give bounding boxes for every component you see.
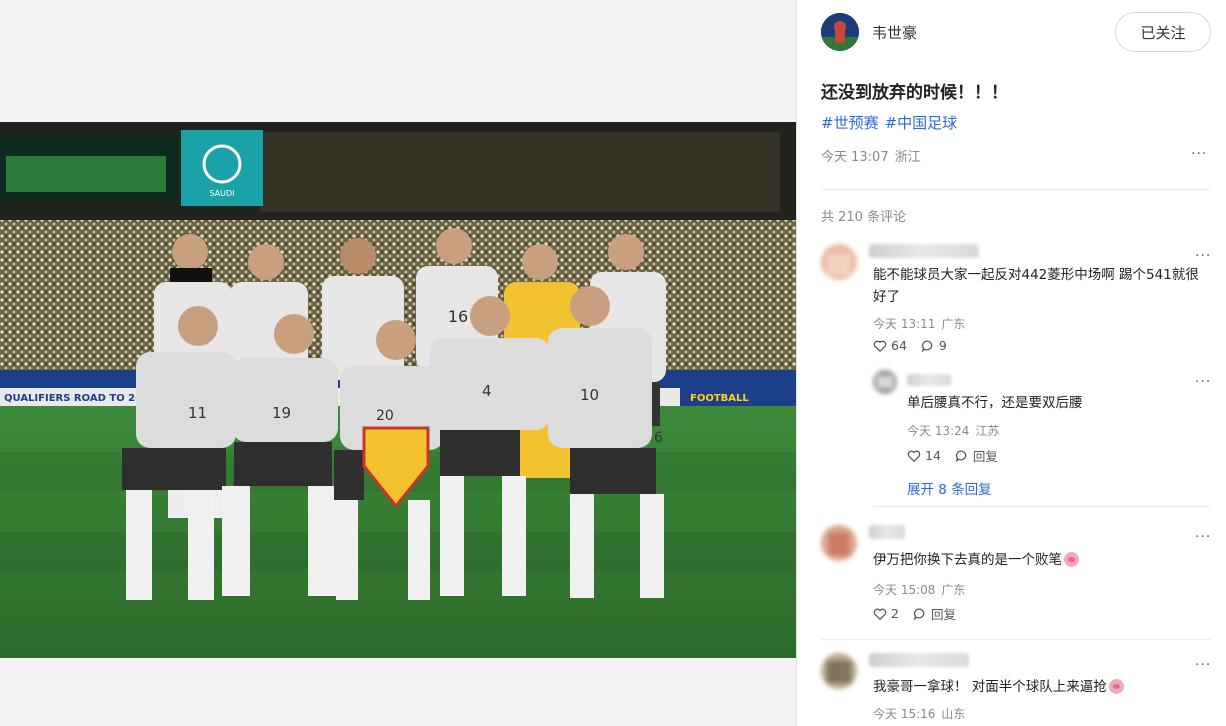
comment-location: 广东 (941, 317, 966, 331)
reply-button[interactable]: 回复 (913, 604, 956, 623)
comment-text: 能不能球员大家一起反对442菱形中场啊 踢个541就很好了 (873, 267, 1199, 305)
reply-text: 单后腰真不行，还是要双后腰 (907, 395, 1083, 411)
comment-time: 今天 15:16 (873, 707, 936, 721)
post-location: 浙江 (894, 150, 921, 165)
heart-icon (907, 450, 921, 462)
comments-count: 共 210 条评论 (821, 210, 907, 225)
post-photo[interactable]: SAUDI QUALIFIERS ROAD TO 26 FOOTBALL 16 … (0, 122, 796, 658)
board-text-right: FOOTBALL (690, 393, 749, 404)
post-tags: #世预赛 #中国足球 (821, 112, 957, 133)
more-options-icon[interactable]: ··· (1195, 248, 1211, 264)
like-button[interactable]: 64 (873, 338, 907, 353)
emoji-icon (1064, 552, 1079, 567)
commenter-avatar[interactable] (821, 653, 857, 689)
more-options-icon[interactable]: ··· (1191, 146, 1207, 162)
media-stage: SAUDI QUALIFIERS ROAD TO 26 FOOTBALL 16 … (0, 0, 796, 726)
commenter-avatar[interactable] (821, 244, 857, 280)
commenter-avatar[interactable] (821, 525, 857, 561)
like-count: 14 (925, 448, 941, 463)
reply-name-blurred[interactable] (907, 374, 951, 386)
more-options-icon[interactable]: ··· (1195, 374, 1211, 390)
post-time: 今天 13:07 (821, 150, 889, 165)
comment-meta: 今天 13:11 广东 (873, 315, 965, 332)
comment-item: ··· 我豪哥一拿球！ 对面半个球队上来逼抢 今天 15:16 山东 (821, 653, 1211, 726)
comment-text: 伊万把你换下去真的是一个败笔 (873, 549, 1209, 571)
post-detail-panel: 韦世豪 已关注 还没到放弃的时候！！！ #世预赛 #中国足球 今天 13:07 … (796, 0, 1226, 726)
commenter-name-blurred[interactable] (869, 525, 905, 539)
comment-location: 广东 (941, 583, 966, 597)
like-button[interactable]: 14 (907, 448, 941, 463)
jersey-number: 20 (376, 408, 394, 424)
tag-link[interactable]: #世预赛 (821, 112, 879, 133)
more-options-icon[interactable]: ··· (1195, 529, 1211, 545)
reply-label: 回复 (930, 607, 956, 622)
comment-time: 今天 13:11 (873, 317, 936, 331)
divider (821, 639, 1211, 640)
team-photo-image: SAUDI QUALIFIERS ROAD TO 26 FOOTBALL 16 … (0, 122, 796, 658)
comment-text: 我豪哥一拿球！ 对面半个球队上来逼抢 (873, 676, 1209, 698)
jersey-number: 6 (654, 430, 663, 446)
comment-bubble-icon (921, 340, 933, 352)
author-name[interactable]: 韦世豪 (872, 22, 917, 43)
jersey-number: 19 (272, 404, 291, 422)
comment-actions: 2 回复 (873, 604, 956, 623)
jersey-number: 16 (448, 307, 468, 326)
comment-item: ··· 伊万把你换下去真的是一个败笔 今天 15:08 广东 2 回复 (821, 525, 1211, 625)
reply-count: 9 (938, 338, 947, 353)
comment-time: 今天 15:08 (873, 583, 936, 597)
expand-replies-link[interactable]: 展开 8 条回复 (907, 478, 992, 498)
reply-location: 江苏 (975, 424, 1000, 438)
author-header: 韦世豪 (821, 13, 917, 51)
follow-button[interactable]: 已关注 (1115, 12, 1211, 52)
banner-text: SAUDI (209, 189, 234, 198)
author-avatar[interactable] (821, 13, 859, 51)
divider (821, 189, 1211, 190)
board-text-left: QUALIFIERS ROAD TO 26 (4, 393, 142, 404)
heart-icon (873, 608, 887, 620)
comment-item: ··· 能不能球员大家一起反对442菱形中场啊 踢个541就很好了 今天 13:… (821, 244, 1211, 514)
jersey-number: 10 (580, 386, 599, 404)
comment-meta: 今天 15:16 山东 (873, 705, 965, 722)
comment-bubble-icon (955, 450, 967, 462)
reply-button[interactable]: 回复 (955, 446, 998, 465)
reply-meta: 今天 13:24 江苏 (907, 422, 999, 439)
divider (873, 506, 1211, 507)
comment-meta: 今天 15:08 广东 (873, 581, 965, 598)
jersey-number: 11 (188, 404, 207, 422)
more-options-icon[interactable]: ··· (1195, 657, 1211, 673)
commenter-name-blurred[interactable] (869, 653, 969, 667)
emoji-icon (1108, 679, 1124, 694)
reply-label: 回复 (972, 449, 998, 464)
comment-bubble-icon (913, 608, 925, 620)
like-count: 2 (891, 606, 899, 621)
post-text: 还没到放弃的时候！！！ (821, 83, 1008, 103)
heart-icon (873, 340, 887, 352)
like-count: 64 (891, 338, 907, 353)
reply-actions: 14 回复 (907, 446, 998, 465)
like-button[interactable]: 2 (873, 606, 899, 621)
reply-avatar[interactable] (873, 370, 897, 394)
tag-link[interactable]: #中国足球 (885, 112, 958, 133)
reply-button[interactable]: 9 (921, 338, 947, 353)
commenter-name-blurred[interactable] (869, 244, 979, 258)
comment-actions: 64 9 (873, 338, 947, 353)
comment-location: 山东 (941, 707, 966, 721)
post-meta: 今天 13:07 浙江 (821, 146, 921, 165)
reply-time: 今天 13:24 (907, 424, 970, 438)
jersey-number: 4 (482, 382, 492, 400)
